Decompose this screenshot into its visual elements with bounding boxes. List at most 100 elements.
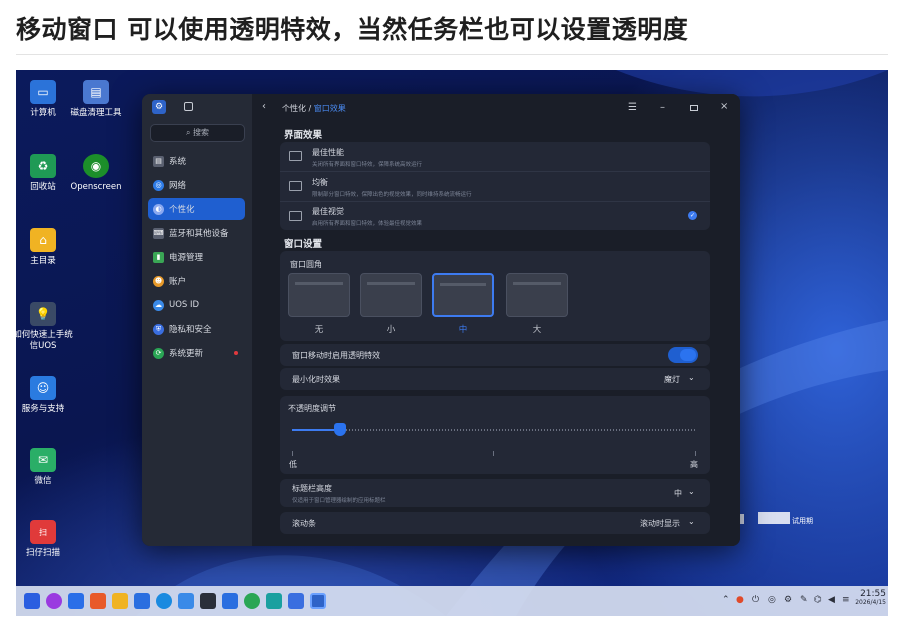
desktop-icon-label: 计算机 — [30, 108, 56, 118]
desktop-icon-label: 扫仔扫描 — [25, 548, 60, 558]
desktop-icon-label: 如何快速上手统信UOS — [16, 330, 73, 351]
corner-option-none[interactable] — [288, 273, 350, 317]
sidebar-item-label: 隐私和安全 — [169, 325, 212, 335]
terminal-icon[interactable] — [200, 593, 216, 609]
breadcrumb-separator: / — [308, 104, 312, 113]
desktop-icon-support[interactable]: ☺ 服务与支持 — [16, 376, 75, 415]
breadcrumb-parent[interactable]: 个性化 — [282, 104, 306, 113]
cloud-icon: ☁ — [153, 299, 164, 311]
titlebar-height-row[interactable]: 标题栏高度 仅适用于窗口管理器绘制的应用标题栏 中 ⌄ — [280, 479, 710, 507]
browser-icon[interactable] — [46, 593, 62, 609]
account-icon: ☻ — [153, 275, 164, 287]
desktop: ▭ 计算机 ▤ 磁盘清理工具 ♻ 回收站 ◉ Openscreen ⌂ 主目录 … — [16, 70, 888, 616]
sidebar-search[interactable]: ⌕ 搜索 — [150, 124, 245, 142]
effect-option-title: 最佳性能 — [312, 148, 344, 157]
tray-keyboard-icon[interactable]: ≡ — [842, 595, 850, 605]
balanced-icon — [289, 181, 302, 191]
tray-edit-icon[interactable]: ✎ — [800, 595, 808, 605]
heading-divider — [16, 54, 888, 55]
corner-option-medium[interactable] — [432, 273, 494, 317]
bluetooth-icon: ⌨ — [153, 227, 164, 239]
main-panel: ‹ 个性化 / 窗口效果 ☰ – × 界面效果 最佳性能 关闭所有界面和窗口特效… — [252, 94, 740, 546]
opacity-slider-handle[interactable] — [334, 423, 347, 436]
maximize-icon[interactable] — [690, 105, 698, 111]
menu-icon[interactable]: ☰ — [628, 102, 637, 113]
desktop-icon-label: 服务与支持 — [21, 404, 65, 414]
corner-option-large[interactable] — [506, 273, 568, 317]
sidebar-item-personalization[interactable]: ◐ 个性化 — [148, 198, 245, 220]
sidebar-toggle-icon[interactable] — [184, 102, 193, 111]
effect-option-desc: 限制部分窗口特效，保障出色的视觉效果，同时维持系统流畅运行 — [312, 192, 472, 198]
clock[interactable]: 21:55 2026/4/15 — [852, 589, 886, 606]
desktop-icon-wechat[interactable]: ✉ 微信 — [16, 448, 75, 487]
settings-taskbar-icon[interactable] — [310, 593, 326, 609]
toggle-knob — [680, 349, 696, 361]
corner-option-label: 小 — [386, 325, 396, 335]
desktop-icon-help[interactable]: 💡 如何快速上手统信UOS — [16, 302, 75, 352]
app-store-icon[interactable] — [90, 593, 106, 609]
launcher-icon[interactable] — [24, 593, 40, 609]
sidebar-item-network[interactable]: ◎ 网络 — [148, 174, 245, 196]
effect-option-selected[interactable]: 最佳视觉 启用所有界面和窗口特效，体验最佳视觉效果 ✓ — [280, 202, 710, 230]
effect-option[interactable]: 最佳性能 关闭所有界面和窗口特效，保障系统高效运行 — [280, 142, 710, 171]
back-button[interactable]: ‹ — [262, 101, 266, 112]
tray-volume-icon[interactable]: ◀ — [828, 595, 835, 605]
opacity-card: 不透明度调节 低 高 — [280, 396, 710, 474]
editor-icon[interactable] — [266, 593, 282, 609]
calendar-icon[interactable] — [222, 593, 238, 609]
support-icon: ☺ — [30, 376, 56, 400]
opacity-slider-track[interactable] — [292, 423, 696, 436]
transparent-move-toggle[interactable] — [668, 347, 698, 363]
corner-option-label: 中 — [458, 325, 468, 335]
sidebar-item-update[interactable]: ⟳ 系统更新 — [148, 342, 245, 364]
tray-app-icon[interactable]: ● — [736, 595, 744, 605]
opacity-slider-fill — [292, 429, 341, 431]
desktop-icon-disk-cleaner[interactable]: ▤ 磁盘清理工具 — [64, 80, 128, 119]
corner-label: 窗口圆角 — [290, 260, 322, 269]
effect-option-desc: 关闭所有界面和窗口特效，保障系统高效运行 — [312, 162, 423, 168]
sidebar-item-power[interactable]: ▮ 电源管理 — [148, 246, 245, 268]
sidebar-item-bluetooth[interactable]: ⌨ 蓝牙和其他设备 — [148, 222, 245, 244]
desktop-icon-label: 微信 — [34, 476, 52, 486]
desktop-icon-home[interactable]: ⌂ 主目录 — [16, 228, 75, 267]
watermark-text: 试用期 — [792, 517, 813, 525]
tray-expand-icon[interactable]: ⌃ — [722, 595, 730, 605]
desktop-icon-scanner[interactable]: 扫 扫仔扫描 — [16, 520, 75, 559]
opacity-high-label: 高 — [690, 460, 698, 469]
tray-settings-icon[interactable]: ⚙ — [784, 595, 792, 605]
power-icon: ▮ — [153, 251, 164, 263]
tray-sync-icon[interactable]: ◎ — [768, 595, 776, 605]
titlebar-height-desc: 仅适用于窗口管理器绘制的应用标题栏 — [292, 498, 386, 504]
search-icon: ⌕ — [185, 128, 191, 137]
minimize-icon[interactable]: – — [660, 102, 665, 113]
tray-network-icon[interactable]: ⌬ — [814, 595, 822, 605]
camera-icon[interactable] — [244, 593, 260, 609]
search-app-icon[interactable] — [68, 593, 84, 609]
minimize-label: 最小化时效果 — [292, 375, 340, 384]
close-icon[interactable]: × — [720, 101, 728, 112]
file-manager-icon[interactable] — [112, 593, 128, 609]
sidebar-item-account[interactable]: ☻ 账户 — [148, 270, 245, 292]
corner-option-small[interactable] — [360, 273, 422, 317]
sidebar-item-label: 蓝牙和其他设备 — [169, 229, 229, 239]
chevron-down-icon: ⌄ — [688, 373, 695, 382]
opacity-label: 不透明度调节 — [288, 404, 336, 413]
sidebar-item-privacy[interactable]: ⛨ 隐私和安全 — [148, 318, 245, 340]
desktop-icon-openscreen[interactable]: ◉ Openscreen — [64, 154, 128, 193]
effect-option[interactable]: 均衡 限制部分窗口特效，保障出色的视觉效果，同时维持系统流畅运行 — [280, 172, 710, 201]
mail-icon[interactable] — [134, 593, 150, 609]
clock-date: 2026/4/15 — [855, 599, 886, 606]
sidebar-item-system[interactable]: ▤ 系统 — [148, 150, 245, 172]
minimize-effect-row[interactable]: 最小化时效果 魔灯 ⌄ — [280, 368, 710, 390]
scrollbar-value: 滚动时显示 — [640, 519, 680, 528]
scrollbar-row[interactable]: 滚动条 滚动时显示 ⌄ — [280, 512, 710, 534]
message-icon[interactable] — [178, 593, 194, 609]
sidebar-item-uos-id[interactable]: ☁ UOS ID — [148, 294, 245, 316]
multitask-icon[interactable] — [288, 593, 304, 609]
tick-mark — [493, 451, 494, 456]
thumb-bar — [513, 282, 561, 285]
edge-browser-icon[interactable] — [156, 593, 172, 609]
update-badge-dot — [234, 351, 238, 355]
interface-effects-title: 界面效果 — [284, 130, 323, 141]
tray-power-icon[interactable]: ⏻ — [752, 595, 759, 605]
